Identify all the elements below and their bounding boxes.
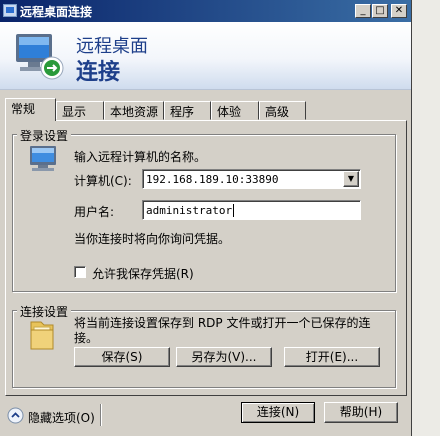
tab-label: 体验	[217, 105, 242, 119]
computer-combobox[interactable]: 192.168.189.10:33890	[142, 169, 361, 189]
remote-desktop-app-icon	[3, 4, 17, 17]
login-settings-legend: 登录设置	[17, 127, 72, 144]
tab-local-resources[interactable]: 本地资源	[104, 101, 164, 120]
document-folder-icon	[30, 321, 54, 350]
open-button[interactable]: 打开(E)...	[284, 347, 380, 367]
tab-experience[interactable]: 体验	[211, 101, 259, 120]
connection-settings-description: 将当前连接设置保存到 RDP 文件或打开一个已保存的连接。	[74, 316, 371, 345]
minimize-button[interactable]: _	[355, 4, 371, 18]
tab-label: 本地资源	[110, 105, 159, 119]
connect-button[interactable]: 连接(N)	[241, 402, 315, 423]
tab-display[interactable]: 显示	[56, 101, 104, 120]
username-value: administrator	[146, 204, 233, 217]
hide-options-label: 隐藏选项(O)	[28, 411, 95, 425]
header-title: 连接	[76, 60, 121, 85]
save-credentials-checkbox[interactable]	[74, 266, 86, 278]
tab-label: 常规	[11, 102, 36, 116]
tab-label: 程序	[170, 105, 195, 119]
hide-options-toggle[interactable]: 隐藏选项(O)	[7, 406, 102, 426]
username-input[interactable]: administrator	[142, 200, 361, 220]
username-label: 用户名:	[74, 205, 115, 219]
maximize-button[interactable]: □	[372, 4, 388, 18]
computer-name-prompt: 输入远程计算机的名称。	[74, 150, 207, 164]
footer-divider	[100, 404, 101, 426]
computer-value: 192.168.189.10:33890	[146, 173, 279, 186]
tab-general[interactable]: 常规	[5, 98, 56, 121]
close-button[interactable]: ✕	[391, 4, 407, 18]
chevron-up-circle-icon	[7, 407, 24, 424]
credential-note: 当你连接时将向你询问凭据。	[74, 232, 231, 246]
remote-desktop-monitor-icon	[16, 34, 64, 80]
save-credentials-label[interactable]: 允许我保存凭据(R)	[92, 265, 194, 282]
header-banner: 远程桌面 连接	[0, 22, 411, 90]
text-caret	[233, 204, 235, 217]
tab-advanced[interactable]: 高级	[259, 101, 306, 120]
chevron-down-icon: ▼	[347, 174, 355, 183]
title-bar[interactable]: 远程桌面连接 _ □ ✕	[0, 0, 411, 22]
save-button[interactable]: 保存(S)	[74, 347, 170, 367]
computer-label: 计算机(C):	[74, 174, 132, 188]
help-button[interactable]: 帮助(H)	[324, 402, 398, 423]
computer-dropdown-button[interactable]: ▼	[343, 171, 359, 187]
tab-programs[interactable]: 程序	[164, 101, 211, 120]
window-edge	[411, 0, 440, 436]
computer-icon	[30, 146, 56, 171]
window-title: 远程桌面连接	[20, 5, 93, 19]
tab-label: 显示	[62, 105, 87, 119]
save-as-button[interactable]: 另存为(V)...	[176, 347, 272, 367]
tab-label: 高级	[265, 105, 290, 119]
